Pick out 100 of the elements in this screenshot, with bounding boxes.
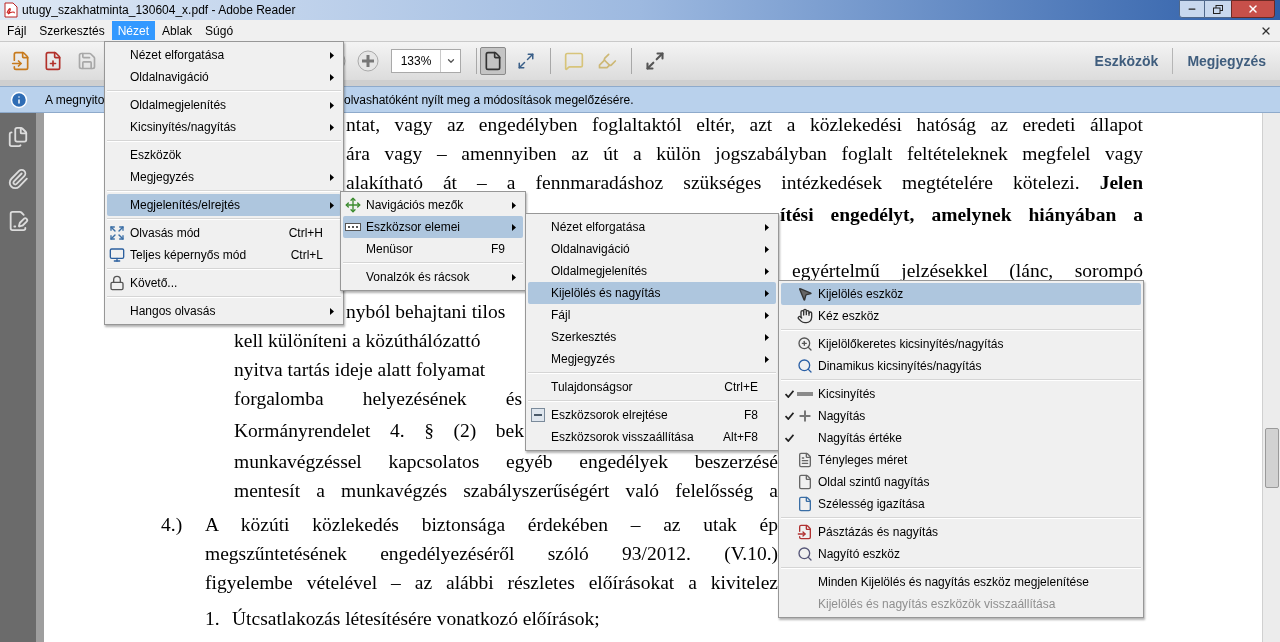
expand-icon: [109, 225, 125, 241]
menu-item[interactable]: Hangos olvasás: [107, 300, 341, 322]
document-arrow-icon: [11, 51, 31, 71]
menu-item[interactable]: Pásztázás és nagyítás: [781, 521, 1141, 543]
menu-item[interactable]: Megjegyzés: [528, 348, 776, 370]
document-text-line: A közúti közlekedés biztonsága érdekében – az utak ép: [205, 513, 778, 537]
menu-item[interactable]: Eszközök: [107, 144, 341, 166]
document-text-line: nyitva tartás ideje alatt folyamat: [234, 358, 486, 382]
menu-item[interactable]: Oldalnavigáció: [528, 238, 776, 260]
close-icon: [1247, 3, 1259, 15]
document-text-line: forgalomba helyezésének és: [234, 387, 522, 411]
menu-item[interactable]: Eszközsorok elrejtése F8: [528, 404, 776, 426]
menu-bar-item[interactable]: Szerkesztés: [33, 21, 111, 40]
menu-item[interactable]: Megjegyzés: [107, 166, 341, 188]
menu-item[interactable]: Nagyítás: [781, 405, 1141, 427]
menu-bar-item[interactable]: Súgó: [199, 21, 240, 40]
menu-item[interactable]: Nézet elforgatása: [528, 216, 776, 238]
loupe-icon: [797, 546, 813, 562]
menu-item[interactable]: Fájl: [528, 304, 776, 326]
document-plus-icon: [43, 51, 63, 71]
document-text-line: ntat, vagy az engedélyben foglaltaktól eltér, azt a közlekedési hatóság az eredeti állapot: [346, 113, 1143, 137]
page-icon: [797, 474, 813, 490]
page-icon: [797, 452, 813, 468]
minus-box-icon: [531, 408, 545, 422]
menu-bar-item[interactable]: Ablak: [156, 21, 199, 40]
info-icon: [10, 90, 28, 109]
zoom-field[interactable]: 133%: [391, 49, 461, 73]
dropdown-icon: [445, 56, 456, 66]
list-number: 1.: [205, 607, 221, 631]
document-text-line: figyelembe vételével – az alábbi részletes előírásokat a kivitelez: [205, 571, 778, 595]
menu-item[interactable]: Navigációs mezők: [343, 194, 523, 216]
document-text-line: egyértelmű jelzésekkel (lánc, sorompó: [792, 259, 1143, 283]
fit-page-button[interactable]: [480, 47, 506, 75]
maximize-button[interactable]: [1205, 0, 1231, 18]
diagonal-arrows-icon: [645, 51, 665, 71]
pdf-file-icon: [4, 2, 18, 18]
menu-item[interactable]: Oldalnavigáció: [107, 66, 341, 88]
menu-item[interactable]: Kicsinyítés/nagyítás: [107, 116, 341, 138]
pages-icon[interactable]: [7, 126, 29, 148]
toolbar-icon: [345, 223, 361, 231]
zoom-in-button[interactable]: [356, 49, 380, 73]
fit-arrows-icon: [517, 52, 535, 70]
menu-item[interactable]: Megjelenítés/elrejtés: [107, 194, 341, 216]
menu-item[interactable]: Szélesség igazítása: [781, 493, 1141, 515]
magnifier-icon: [797, 358, 813, 374]
menu-item[interactable]: Oldalmegjelenítés: [107, 94, 341, 116]
minus-icon: [797, 392, 813, 396]
menu-item[interactable]: Olvasás mód Ctrl+H: [107, 222, 341, 244]
document-text-line: mentesít a munkavégzés szabályszerűségért való felelősség a: [234, 479, 778, 503]
info-text: A megnyito: [45, 92, 105, 107]
minimize-button[interactable]: [1179, 0, 1205, 18]
menu-item[interactable]: Oldalmegjelenítés: [528, 260, 776, 282]
document-text-line: nyból behajtani tilos: [346, 300, 506, 324]
menu-item[interactable]: Kijelölőkeretes kicsinyítés/nagyítás: [781, 333, 1141, 355]
menu-bar-item[interactable]: Fájl: [1, 21, 33, 40]
document-text-line: munkavégzéssel kapcsolatos egyéb engedélyek beszerzésé: [234, 450, 778, 474]
menu-item[interactable]: Teljes képernyős mód Ctrl+L: [107, 244, 341, 266]
menu-item[interactable]: Vonalzók és rácsok: [343, 266, 523, 288]
speech-bubble-icon: [564, 51, 584, 71]
menu-item[interactable]: Dinamikus kicsinyítés/nagyítás: [781, 355, 1141, 377]
menu-item[interactable]: Menüsor F9: [343, 238, 523, 260]
plus-icon: [797, 408, 813, 424]
document-text-line: ára vagy – amennyiben az út a külön jogszabályban foglalt feltételeknek megfelel vagy: [346, 142, 1143, 166]
monitor-icon: [109, 247, 125, 263]
scrollbar-thumb[interactable]: [1264, 428, 1279, 488]
menu-item[interactable]: Kéz eszköz: [781, 305, 1141, 327]
window-title: utugy_szakhatminta_130604_x.pdf - Adobe Reader: [22, 2, 296, 19]
list-number: 4.): [161, 513, 184, 537]
menu-item[interactable]: Nagyítás értéke: [781, 427, 1141, 449]
menu-item[interactable]: Minden Kijelölés és nagyítás eszköz megjelenítése: [781, 571, 1141, 593]
menu-item[interactable]: Nagyító eszköz: [781, 543, 1141, 565]
cross-arrows-icon: [345, 197, 361, 213]
padlock-icon: [109, 275, 125, 291]
menu-item[interactable]: Kijelölés eszköz: [781, 283, 1141, 305]
hand-icon: [797, 308, 813, 324]
document-text-line: alakítható át – a fennmaradáshoz szükséges intézkedések megtételére kötelezi. Jelen: [346, 171, 1143, 195]
cursor-icon: [797, 286, 813, 302]
paperclip-icon[interactable]: [7, 168, 29, 190]
document-text-line: kell különíteni a közúthálózattó: [234, 329, 481, 353]
menu-item[interactable]: Kijelölés és nagyítás: [528, 282, 776, 304]
info-text: olvashatóként nyílt meg a módosítások megelőzésére.: [344, 91, 634, 109]
menu-item[interactable]: Eszközsorok visszaállítása Alt+F8: [528, 426, 776, 448]
menu-item[interactable]: Tulajdonságsor Ctrl+E: [528, 376, 776, 398]
full-screen-button[interactable]: [643, 49, 667, 73]
highlighter-icon: [597, 51, 617, 71]
panel-button[interactable]: Megjegyzés: [1187, 50, 1266, 72]
panel-button[interactable]: Eszközök: [1094, 50, 1159, 72]
document-text-line: Útcsatlakozás létesítésére vonatkozó előírások;: [232, 607, 600, 631]
scrollbar[interactable]: [1262, 113, 1280, 642]
menu-item[interactable]: Szerkesztés: [528, 326, 776, 348]
signature-icon[interactable]: [7, 210, 29, 232]
menu-item[interactable]: Kicsinyítés: [781, 383, 1141, 405]
document-text-line: megszűntetésének engedélyezéséről szóló 93/2012. (V.10.): [205, 542, 778, 566]
zoom-in-icon: [357, 50, 379, 72]
menu-item[interactable]: Tényleges méret: [781, 449, 1141, 471]
menu-item[interactable]: Követő...: [107, 272, 341, 294]
menu-item[interactable]: Nézet elforgatása: [107, 44, 341, 66]
menu-item[interactable]: Eszközsor elemei: [343, 216, 523, 238]
menu-item[interactable]: Oldal szintű nagyítás: [781, 471, 1141, 493]
close-button[interactable]: [1231, 0, 1275, 18]
